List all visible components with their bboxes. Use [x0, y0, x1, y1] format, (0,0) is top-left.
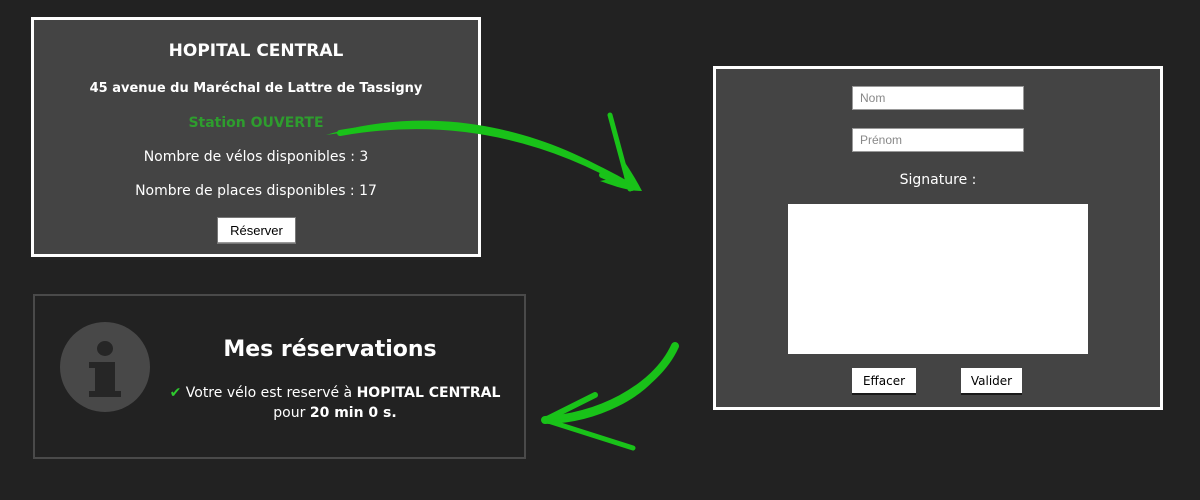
reservations-title: Mes réservations	[223, 337, 437, 362]
submit-button[interactable]: Valider	[961, 368, 1022, 393]
reservation-duration: 20 min 0 s.	[309, 405, 397, 421]
reservation-form: Nom Prénom Signature : Effacer Valider	[713, 66, 1163, 410]
arrow-to-reservations-icon	[541, 342, 679, 451]
signature-label: Signature :	[899, 172, 977, 188]
info-icon	[60, 322, 150, 412]
clear-button[interactable]: Effacer	[852, 368, 916, 393]
reservation-confirmation: ✔ Votre vélo est reservé à HOPITAL CENTR…	[145, 385, 525, 401]
nom-input[interactable]: Nom	[852, 86, 1024, 110]
reservations-panel: Mes réservations ✔ Votre vélo est reserv…	[33, 294, 526, 459]
station-address: 45 avenue du Maréchal de Lattre de Tassi…	[89, 81, 423, 96]
station-name: HOPITAL CENTRAL	[168, 41, 344, 61]
reserve-button[interactable]: Réserver	[217, 217, 296, 244]
reservation-text: Votre vélo est reservé à	[185, 385, 353, 401]
prenom-input[interactable]: Prénom	[852, 128, 1024, 152]
arrow-to-form-icon	[326, 112, 642, 192]
reservation-duration-line: pour 20 min 0 s.	[145, 405, 525, 421]
reservation-station: HOPITAL CENTRAL	[356, 385, 501, 401]
signature-canvas[interactable]	[788, 204, 1088, 354]
reservation-for-text: pour	[273, 405, 306, 421]
checkmark-icon: ✔	[169, 385, 182, 401]
